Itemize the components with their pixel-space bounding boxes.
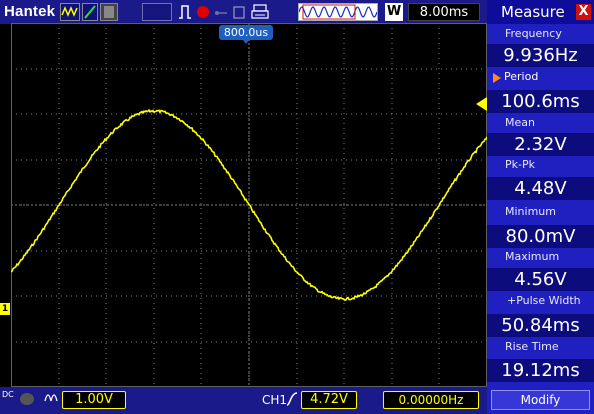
close-button[interactable]: X bbox=[576, 4, 591, 20]
reference-icon[interactable] bbox=[142, 3, 172, 21]
measure-title: Measure bbox=[501, 3, 565, 21]
bottom-status-bar: DC 1.00V CH1 4.72V 0.00000Hz bbox=[0, 387, 487, 414]
trigger-level[interactable]: 4.72V bbox=[301, 391, 357, 409]
trigger-position-marker[interactable] bbox=[243, 40, 249, 44]
selected-arrow-icon bbox=[493, 73, 501, 83]
timebase-readout[interactable]: 8.00ms bbox=[408, 3, 480, 21]
memory-position-indicator[interactable] bbox=[298, 3, 378, 21]
coupling-label: DC bbox=[2, 390, 14, 399]
print-icon[interactable] bbox=[251, 3, 269, 21]
measure-value[interactable]: 4.48V bbox=[487, 177, 594, 200]
measure-header: Measure X bbox=[487, 0, 594, 24]
waveform-icon[interactable] bbox=[60, 3, 80, 21]
measure-label: Period bbox=[504, 70, 539, 83]
measure-label: Pk-Pk bbox=[505, 158, 535, 171]
brand-logo: Hantek bbox=[4, 3, 56, 20]
measure-panel: Measure X Frequency 9.936Hz Period 100.6… bbox=[487, 0, 594, 414]
measure-value[interactable]: 4.56V bbox=[487, 268, 594, 291]
window-badge: W bbox=[385, 3, 403, 21]
top-toolbar: Hantek W 8.00ms bbox=[0, 0, 487, 24]
cursor-icon[interactable] bbox=[82, 3, 98, 21]
measure-value[interactable]: 80.0mV bbox=[487, 225, 594, 248]
usb-icon bbox=[214, 3, 228, 21]
trigger-position-label: 800.0us bbox=[219, 25, 273, 40]
waveform-display bbox=[10, 22, 488, 388]
trigger-level-marker[interactable] bbox=[476, 97, 487, 111]
save-icon[interactable] bbox=[232, 3, 246, 21]
record-icon[interactable] bbox=[197, 6, 209, 18]
measure-label: Maximum bbox=[505, 250, 560, 263]
invert-icon[interactable] bbox=[44, 391, 58, 408]
measure-label: Frequency bbox=[505, 27, 562, 40]
math-icon[interactable] bbox=[100, 3, 118, 21]
rising-edge-icon[interactable] bbox=[286, 391, 298, 407]
ch1-volts-per-div[interactable]: 1.00V bbox=[62, 391, 126, 409]
measure-value[interactable]: 50.84ms bbox=[487, 314, 594, 337]
trigger-source[interactable]: CH1 bbox=[262, 393, 287, 407]
measure-label: Mean bbox=[505, 116, 535, 129]
measure-value[interactable]: 9.936Hz bbox=[487, 44, 594, 67]
measure-value[interactable]: 19.12ms bbox=[487, 359, 594, 382]
measure-value[interactable]: 100.6ms bbox=[487, 90, 594, 113]
coupling-dc-icon[interactable]: DC bbox=[2, 391, 14, 399]
bandwidth-limit-icon[interactable] bbox=[20, 393, 34, 405]
measure-label: Minimum bbox=[505, 205, 556, 218]
measure-label: +Pulse Width bbox=[507, 294, 581, 307]
modify-button[interactable]: Modify bbox=[491, 390, 590, 410]
run-stop-icon[interactable] bbox=[178, 3, 192, 21]
graticule bbox=[10, 22, 488, 388]
measure-value[interactable]: 2.32V bbox=[487, 133, 594, 156]
ch1-ground-marker[interactable]: 1 bbox=[0, 303, 10, 315]
measure-label: Rise Time bbox=[505, 340, 559, 353]
frequency-counter: 0.00000Hz bbox=[383, 391, 479, 409]
